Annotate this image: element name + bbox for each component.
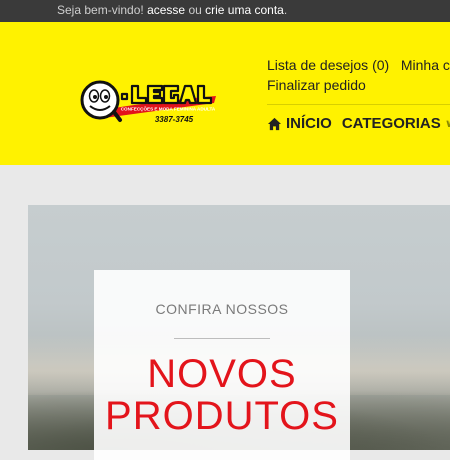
- promo-card[interactable]: CONFIRA NOSSOS NOVOS PRODUTOS: [94, 270, 350, 460]
- svg-text:CONFECÇÕES E MODA FEMININA ADU: CONFECÇÕES E MODA FEMININA ADULTA: [121, 106, 216, 112]
- nav-home[interactable]: INÍCIO: [267, 115, 332, 132]
- main-nav: INÍCIO CATEGORIAS ∨: [267, 115, 450, 132]
- nav-categories-label: CATEGORIAS: [341, 115, 441, 132]
- store-logo[interactable]: CONFECÇÕES E MODA FEMININA ADULTA 3387-3…: [78, 72, 218, 132]
- promo-headline-line2: PRODUTOS: [105, 394, 339, 438]
- chevron-down-icon: ∨: [444, 118, 450, 130]
- header-links: Lista de desejos (0) Minha conta Finaliz…: [267, 55, 450, 95]
- promo-eyebrow: CONFIRA NOSSOS: [155, 301, 289, 317]
- nav-categories[interactable]: CATEGORIAS ∨: [342, 115, 450, 132]
- promo-headline-line1: NOVOS: [147, 352, 297, 396]
- svg-text:3387-3745: 3387-3745: [155, 115, 194, 124]
- home-icon: [267, 117, 282, 130]
- welcome-text: Seja bem-vindo!: [57, 3, 144, 17]
- promo-headline: NOVOS PRODUTOS: [94, 353, 350, 437]
- top-bar: Seja bem-vindo! acesse ou crie uma conta…: [0, 0, 450, 22]
- header-divider: [267, 104, 450, 105]
- nav-home-label: INÍCIO: [286, 115, 332, 132]
- promo-rule: [174, 338, 270, 339]
- period-text: .: [283, 3, 288, 17]
- wishlist-link[interactable]: Lista de desejos (0): [267, 57, 389, 73]
- or-text: ou: [188, 3, 202, 17]
- account-link[interactable]: Minha conta: [401, 57, 450, 73]
- site-header: CONFECÇÕES E MODA FEMININA ADULTA 3387-3…: [0, 22, 450, 165]
- login-link[interactable]: acesse: [147, 3, 185, 17]
- checkout-link[interactable]: Finalizar pedido: [267, 77, 366, 93]
- register-link[interactable]: crie uma conta: [205, 3, 284, 17]
